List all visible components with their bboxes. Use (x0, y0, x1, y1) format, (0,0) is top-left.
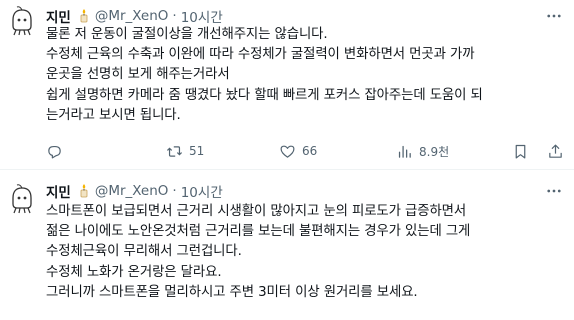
candle-badge-icon (77, 8, 91, 24)
like-button[interactable]: 66 (279, 141, 317, 161)
share-icon (549, 144, 562, 158)
retweet-button[interactable]: 51 (166, 141, 204, 161)
tweet[interactable]: 지민 @Mr_XenO · 10시간 스마트폰이 보급되면서 근거리 시생활이 … (0, 170, 574, 320)
more-options-button[interactable] (542, 181, 566, 201)
tweet-actions: 51 66 8.9천 (46, 141, 566, 161)
more-horizontal-icon (547, 14, 561, 18)
tweet-text-line: 수정체근육이 무리해서 그런겁니다. (46, 244, 242, 260)
views-bar-chart-icon (398, 145, 411, 158)
reply-icon (48, 145, 61, 158)
views-count: 8.9천 (419, 144, 450, 159)
bookmark-icon (515, 144, 526, 158)
tweet-text-line: 수정체 근육의 수축과 이완에 따라 수정체가 굴절력이 변화하면서 먼곳과 가… (46, 47, 475, 63)
separator-dot: · (172, 183, 177, 199)
timestamp[interactable]: 10시간 (181, 6, 223, 26)
retweet-icon (166, 145, 183, 157)
timestamp[interactable]: 10시간 (181, 181, 223, 201)
like-count: 66 (302, 144, 318, 158)
retweet-count: 51 (189, 144, 205, 158)
author-name[interactable]: 지민 (46, 6, 71, 26)
tweet-header: 지민 @Mr_XenO · 10시간 (46, 6, 223, 26)
views-button[interactable]: 8.9천 (396, 141, 449, 161)
separator-dot: · (172, 8, 177, 24)
tweet-text-line: 수정체 노화가 온거랑은 달라요. (46, 264, 222, 280)
tweet-text-line: 운곳을 선명히 보게 해주는거라서 (46, 67, 230, 83)
tweet-text-line: 물론 저 운동이 굴절이상을 개선해주지는 않습니다. (46, 27, 328, 42)
bookmark-button[interactable] (512, 141, 529, 161)
avatar[interactable] (4, 182, 40, 218)
author-handle[interactable]: @Mr_XenO (95, 8, 169, 24)
tweet-text: 물론 저 운동이 굴절이상을 개선해주지는 않습니다. 수정체 근육의 수축과 … (46, 25, 566, 126)
tweet[interactable]: 지민 @Mr_XenO · 10시간 물론 저 운동이 굴절이상을 개선해주지는… (0, 0, 574, 170)
tweet-text-line: 스마트폰이 보급되면서 근거리 시생활이 많아지고 눈의 피로도가 급증하면서 (46, 204, 467, 219)
more-horizontal-icon (547, 189, 561, 193)
avatar-image (4, 4, 40, 40)
reply-button[interactable] (46, 141, 63, 161)
tweet-header: 지민 @Mr_XenO · 10시간 (46, 181, 223, 201)
tweet-text-line: 젊은 나이에도 노안온것처럼 근거리를 보는데 불편해지는 경우가 있는데 그게 (46, 224, 471, 240)
author-name[interactable]: 지민 (46, 181, 71, 201)
avatar[interactable] (4, 4, 40, 40)
heart-icon (280, 145, 295, 158)
author-handle[interactable]: @Mr_XenO (95, 183, 169, 199)
tweet-text-line: 는거라고 보시면 됩니다. (46, 107, 181, 123)
tweet-text: 스마트폰이 보급되면서 근거리 시생활이 많아지고 눈의 피로도가 급증하면서 … (46, 202, 566, 303)
tweet-text-line: 쉽게 설명하면 카메라 줌 땡겼다 놨다 할때 빠르게 포커스 잡아주는데 도움… (46, 87, 483, 103)
avatar-image (4, 182, 40, 218)
more-options-button[interactable] (542, 6, 566, 26)
candle-badge-icon (77, 183, 91, 199)
tweet-text-line: 그러니까 스마트폰을 멀리하시고 주변 3미터 이상 원거리를 보세요. (46, 284, 418, 300)
share-button[interactable] (547, 141, 564, 161)
